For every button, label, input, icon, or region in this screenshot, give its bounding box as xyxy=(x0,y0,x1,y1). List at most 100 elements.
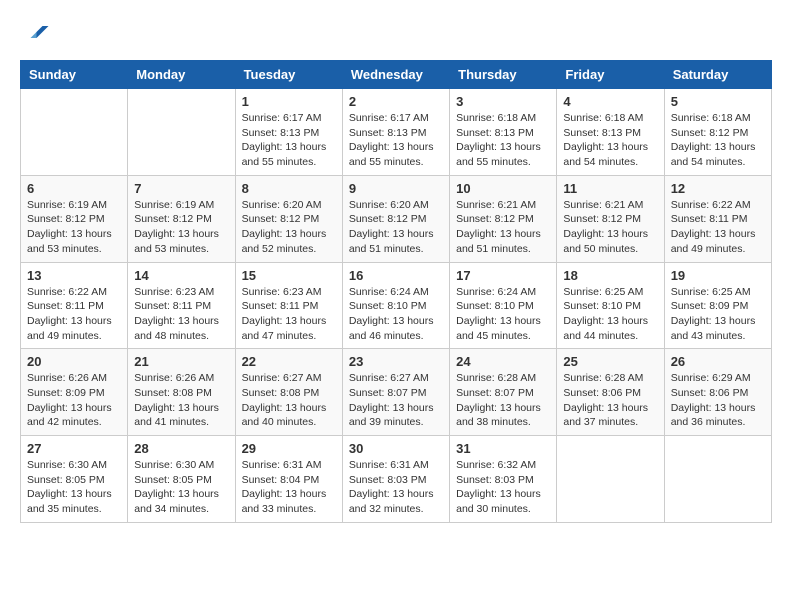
calendar-week-row: 13 Sunrise: 6:22 AM Sunset: 8:11 PM Dayli… xyxy=(21,262,772,349)
day-info: Sunrise: 6:18 AM Sunset: 8:13 PM Dayligh… xyxy=(563,111,657,170)
calendar-day-cell: 5 Sunrise: 6:18 AM Sunset: 8:12 PM Daylig… xyxy=(664,89,771,176)
day-number: 22 xyxy=(242,354,336,369)
calendar-day-cell: 13 Sunrise: 6:22 AM Sunset: 8:11 PM Dayli… xyxy=(21,262,128,349)
calendar-day-header: Sunday xyxy=(21,61,128,89)
calendar-day-cell: 9 Sunrise: 6:20 AM Sunset: 8:12 PM Daylig… xyxy=(342,175,449,262)
calendar-week-row: 20 Sunrise: 6:26 AM Sunset: 8:09 PM Dayli… xyxy=(21,349,772,436)
day-number: 19 xyxy=(671,268,765,283)
logo xyxy=(20,20,54,50)
calendar-day-cell: 4 Sunrise: 6:18 AM Sunset: 8:13 PM Daylig… xyxy=(557,89,664,176)
day-info: Sunrise: 6:29 AM Sunset: 8:06 PM Dayligh… xyxy=(671,371,765,430)
day-info: Sunrise: 6:27 AM Sunset: 8:08 PM Dayligh… xyxy=(242,371,336,430)
day-info: Sunrise: 6:26 AM Sunset: 8:09 PM Dayligh… xyxy=(27,371,121,430)
day-info: Sunrise: 6:18 AM Sunset: 8:12 PM Dayligh… xyxy=(671,111,765,170)
calendar-day-cell xyxy=(557,436,664,523)
calendar-day-cell: 3 Sunrise: 6:18 AM Sunset: 8:13 PM Daylig… xyxy=(450,89,557,176)
day-number: 9 xyxy=(349,181,443,196)
calendar-day-cell: 31 Sunrise: 6:32 AM Sunset: 8:03 PM Dayli… xyxy=(450,436,557,523)
calendar-day-cell: 2Sunrise: 6:17 AM Sunset: 8:13 PM Daylig… xyxy=(342,89,449,176)
day-info: Sunrise: 6:18 AM Sunset: 8:13 PM Dayligh… xyxy=(456,111,550,170)
day-info: Sunrise: 6:26 AM Sunset: 8:08 PM Dayligh… xyxy=(134,371,228,430)
day-info: Sunrise: 6:24 AM Sunset: 8:10 PM Dayligh… xyxy=(349,285,443,344)
day-info: Sunrise: 6:30 AM Sunset: 8:05 PM Dayligh… xyxy=(27,458,121,517)
calendar-day-cell: 11 Sunrise: 6:21 AM Sunset: 8:12 PM Dayli… xyxy=(557,175,664,262)
day-info: Sunrise: 6:25 AM Sunset: 8:10 PM Dayligh… xyxy=(563,285,657,344)
day-info: Sunrise: 6:20 AM Sunset: 8:12 PM Dayligh… xyxy=(349,198,443,257)
calendar-day-cell: 22 Sunrise: 6:27 AM Sunset: 8:08 PM Dayli… xyxy=(235,349,342,436)
day-info: Sunrise: 6:31 AM Sunset: 8:03 PM Dayligh… xyxy=(349,458,443,517)
day-info: Sunrise: 6:31 AM Sunset: 8:04 PM Dayligh… xyxy=(242,458,336,517)
day-number: 11 xyxy=(563,181,657,196)
calendar-day-cell: 24 Sunrise: 6:28 AM Sunset: 8:07 PM Dayli… xyxy=(450,349,557,436)
calendar-day-cell: 20 Sunrise: 6:26 AM Sunset: 8:09 PM Dayli… xyxy=(21,349,128,436)
day-number: 30 xyxy=(349,441,443,456)
day-number: 14 xyxy=(134,268,228,283)
day-number: 20 xyxy=(27,354,121,369)
calendar-day-header: Tuesday xyxy=(235,61,342,89)
day-info: Sunrise: 6:23 AM Sunset: 8:11 PM Dayligh… xyxy=(134,285,228,344)
day-number: 29 xyxy=(242,441,336,456)
day-info: Sunrise: 6:17 AM Sunset: 8:13 PM Dayligh… xyxy=(242,111,336,170)
day-number: 21 xyxy=(134,354,228,369)
calendar-day-cell: 10 Sunrise: 6:21 AM Sunset: 8:12 PM Dayli… xyxy=(450,175,557,262)
day-info: Sunrise: 6:27 AM Sunset: 8:07 PM Dayligh… xyxy=(349,371,443,430)
day-info: Sunrise: 6:24 AM Sunset: 8:10 PM Dayligh… xyxy=(456,285,550,344)
calendar-day-cell: 1 Sunrise: 6:17 AM Sunset: 8:13 PM Daylig… xyxy=(235,89,342,176)
day-number: 16 xyxy=(349,268,443,283)
calendar-day-cell: 23 Sunrise: 6:27 AM Sunset: 8:07 PM Dayli… xyxy=(342,349,449,436)
day-number: 8 xyxy=(242,181,336,196)
calendar-day-cell: 15Sunrise: 6:23 AM Sunset: 8:11 PM Dayli… xyxy=(235,262,342,349)
day-number: 6 xyxy=(27,181,121,196)
calendar-header-row: SundayMondayTuesdayWednesdayThursdayFrid… xyxy=(21,61,772,89)
calendar-day-cell: 12Sunrise: 6:22 AM Sunset: 8:11 PM Dayli… xyxy=(664,175,771,262)
day-number: 28 xyxy=(134,441,228,456)
day-number: 3 xyxy=(456,94,550,109)
calendar-table: SundayMondayTuesdayWednesdayThursdayFrid… xyxy=(20,60,772,523)
calendar-day-cell: 19 Sunrise: 6:25 AM Sunset: 8:09 PM Dayli… xyxy=(664,262,771,349)
calendar-day-header: Wednesday xyxy=(342,61,449,89)
day-info: Sunrise: 6:30 AM Sunset: 8:05 PM Dayligh… xyxy=(134,458,228,517)
day-number: 1 xyxy=(242,94,336,109)
calendar-day-cell: 8 Sunrise: 6:20 AM Sunset: 8:12 PM Daylig… xyxy=(235,175,342,262)
day-number: 4 xyxy=(563,94,657,109)
day-info: Sunrise: 6:25 AM Sunset: 8:09 PM Dayligh… xyxy=(671,285,765,344)
day-number: 18 xyxy=(563,268,657,283)
day-number: 23 xyxy=(349,354,443,369)
calendar-week-row: 1 Sunrise: 6:17 AM Sunset: 8:13 PM Daylig… xyxy=(21,89,772,176)
calendar-day-cell xyxy=(664,436,771,523)
calendar-day-header: Monday xyxy=(128,61,235,89)
calendar-day-cell xyxy=(21,89,128,176)
day-number: 13 xyxy=(27,268,121,283)
day-number: 24 xyxy=(456,354,550,369)
calendar-day-cell: 16 Sunrise: 6:24 AM Sunset: 8:10 PM Dayli… xyxy=(342,262,449,349)
calendar-day-cell: 29 Sunrise: 6:31 AM Sunset: 8:04 PM Dayli… xyxy=(235,436,342,523)
day-info: Sunrise: 6:22 AM Sunset: 8:11 PM Dayligh… xyxy=(671,198,765,257)
calendar-day-cell: 28 Sunrise: 6:30 AM Sunset: 8:05 PM Dayli… xyxy=(128,436,235,523)
calendar-day-header: Friday xyxy=(557,61,664,89)
calendar-day-cell: 6 Sunrise: 6:19 AM Sunset: 8:12 PM Daylig… xyxy=(21,175,128,262)
day-number: 10 xyxy=(456,181,550,196)
day-info: Sunrise: 6:19 AM Sunset: 8:12 PM Dayligh… xyxy=(27,198,121,257)
calendar-day-cell: 30 Sunrise: 6:31 AM Sunset: 8:03 PM Dayli… xyxy=(342,436,449,523)
calendar-day-cell: 7Sunrise: 6:19 AM Sunset: 8:12 PM Daylig… xyxy=(128,175,235,262)
calendar-day-cell: 18 Sunrise: 6:25 AM Sunset: 8:10 PM Dayli… xyxy=(557,262,664,349)
day-number: 31 xyxy=(456,441,550,456)
day-info: Sunrise: 6:22 AM Sunset: 8:11 PM Dayligh… xyxy=(27,285,121,344)
calendar-day-cell: 26Sunrise: 6:29 AM Sunset: 8:06 PM Dayli… xyxy=(664,349,771,436)
logo-icon xyxy=(20,20,50,50)
day-info: Sunrise: 6:20 AM Sunset: 8:12 PM Dayligh… xyxy=(242,198,336,257)
day-number: 17 xyxy=(456,268,550,283)
header xyxy=(20,20,772,50)
day-info: Sunrise: 6:21 AM Sunset: 8:12 PM Dayligh… xyxy=(456,198,550,257)
day-info: Sunrise: 6:32 AM Sunset: 8:03 PM Dayligh… xyxy=(456,458,550,517)
day-info: Sunrise: 6:28 AM Sunset: 8:06 PM Dayligh… xyxy=(563,371,657,430)
day-number: 5 xyxy=(671,94,765,109)
day-info: Sunrise: 6:19 AM Sunset: 8:12 PM Dayligh… xyxy=(134,198,228,257)
calendar-day-cell: 21 Sunrise: 6:26 AM Sunset: 8:08 PM Dayli… xyxy=(128,349,235,436)
calendar-day-cell: 27Sunrise: 6:30 AM Sunset: 8:05 PM Dayli… xyxy=(21,436,128,523)
day-number: 15 xyxy=(242,268,336,283)
day-info: Sunrise: 6:28 AM Sunset: 8:07 PM Dayligh… xyxy=(456,371,550,430)
calendar-day-cell: 25Sunrise: 6:28 AM Sunset: 8:06 PM Dayli… xyxy=(557,349,664,436)
day-info: Sunrise: 6:21 AM Sunset: 8:12 PM Dayligh… xyxy=(563,198,657,257)
calendar-day-cell: 17 Sunrise: 6:24 AM Sunset: 8:10 PM Dayli… xyxy=(450,262,557,349)
